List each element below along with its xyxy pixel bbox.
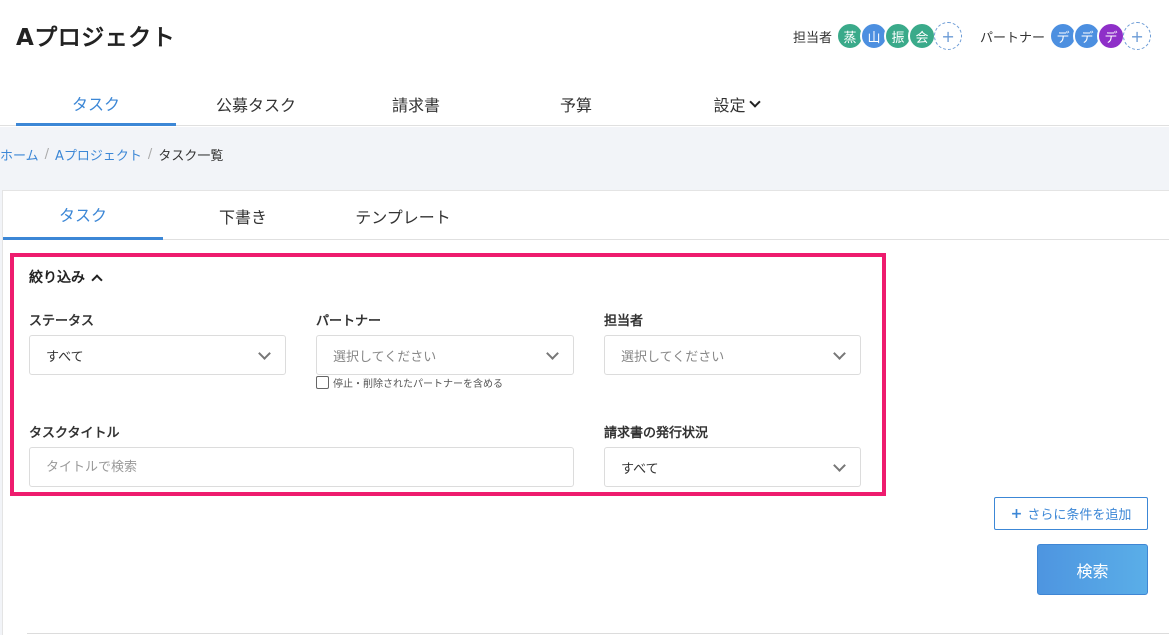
tab-public-task[interactable]: 公募タスク <box>176 82 336 126</box>
sub-tabs: タスク 下書き テンプレート <box>3 191 1169 240</box>
status-value: すべて <box>46 349 84 365</box>
assignee-select[interactable]: 選択してください <box>604 335 861 375</box>
partner-group: パートナー デ デ デ + <box>980 22 1152 50</box>
subtab-drafts[interactable]: 下書き <box>163 191 323 240</box>
tab-budget[interactable]: 予算 <box>496 82 656 126</box>
divider <box>27 633 1169 634</box>
tab-invoice[interactable]: 請求書 <box>336 82 496 126</box>
tab-label: タスク <box>71 94 120 114</box>
tab-task[interactable]: タスク <box>16 82 176 126</box>
search-button[interactable]: 検索 <box>1037 544 1148 595</box>
subtab-templates[interactable]: テンプレート <box>323 191 483 240</box>
chevron-down-icon <box>546 347 559 360</box>
tab-settings[interactable]: 設定 <box>656 82 816 126</box>
assignee-group: 担当者 蒸 山 振 会 + <box>793 22 963 50</box>
chevron-up-icon <box>91 273 103 286</box>
task-title-input[interactable] <box>29 447 574 487</box>
avatar[interactable]: 会 <box>908 22 937 50</box>
add-condition-button[interactable]: + さらに条件を追加 <box>994 497 1148 530</box>
chevron-down-icon <box>833 459 846 472</box>
task-title-label: タスクタイトル <box>29 426 120 441</box>
tab-label: テンプレート <box>355 207 451 227</box>
partner-placeholder: 選択してください <box>333 349 437 365</box>
subtab-task[interactable]: タスク <box>3 191 163 240</box>
breadcrumb-current: タスク一覧 <box>158 149 224 164</box>
include-stopped-row: 停止・削除されたパートナーを含める <box>316 375 503 390</box>
breadcrumb-separator: / <box>147 147 153 162</box>
tab-label: 請求書 <box>391 96 440 115</box>
tab-label: 下書き <box>218 207 267 227</box>
project-title: Aプロジェクト <box>16 25 176 51</box>
invoice-status-value: すべて <box>621 461 659 477</box>
filter-toggle[interactable]: 絞り込み <box>29 267 103 287</box>
avatar[interactable]: デ <box>1097 22 1126 50</box>
breadcrumb-project[interactable]: Aプロジェクト <box>55 145 142 164</box>
main-tabs: タスク 公募タスク 請求書 予算 設定 <box>16 82 816 126</box>
chevron-down-icon <box>748 95 761 108</box>
include-stopped-label: 停止・削除されたパートナーを含める <box>333 379 503 390</box>
partner-label: パートナー <box>980 30 1046 46</box>
status-select[interactable]: すべて <box>29 335 286 375</box>
chevron-down-icon <box>258 347 271 360</box>
tab-label: タスク <box>58 206 107 225</box>
assignee-placeholder: 選択してください <box>621 349 725 365</box>
invoice-status-label: 請求書の発行状況 <box>604 426 709 441</box>
assignee-filter-label: 担当者 <box>604 314 644 329</box>
assignee-label: 担当者 <box>793 30 833 46</box>
partner-label: パートナー <box>316 314 382 329</box>
invoice-status-select[interactable]: すべて <box>604 447 861 487</box>
tab-label: 公募タスク <box>215 96 296 115</box>
app-header: Aプロジェクト 担当者 蒸 山 振 会 + パートナー デ デ デ + タスク … <box>0 0 1169 126</box>
plus-icon: + <box>1010 505 1023 522</box>
filter-panel: 絞り込み ステータス すべて パートナー 選択してください 停止・削除されたパー… <box>10 253 886 496</box>
breadcrumb-home[interactable]: ホーム <box>0 145 39 164</box>
tab-label: 設定 <box>713 96 746 115</box>
tab-label: 予算 <box>559 96 592 115</box>
include-stopped-checkbox[interactable] <box>316 376 329 389</box>
partner-select[interactable]: 選択してください <box>316 335 574 375</box>
breadcrumb: ホーム / Aプロジェクト / タスク一覧 <box>0 145 223 164</box>
chevron-down-icon <box>833 347 846 360</box>
add-assignee-icon[interactable]: + <box>934 22 963 50</box>
status-label: ステータス <box>29 314 95 329</box>
task-card: タスク 下書き テンプレート 絞り込み ステータス すべて パートナー 選択して… <box>2 190 1169 635</box>
filter-toggle-label: 絞り込み <box>29 270 85 286</box>
breadcrumb-separator: / <box>44 147 50 162</box>
add-condition-label: さらに条件を追加 <box>1027 508 1132 523</box>
add-partner-icon[interactable]: + <box>1123 22 1152 50</box>
